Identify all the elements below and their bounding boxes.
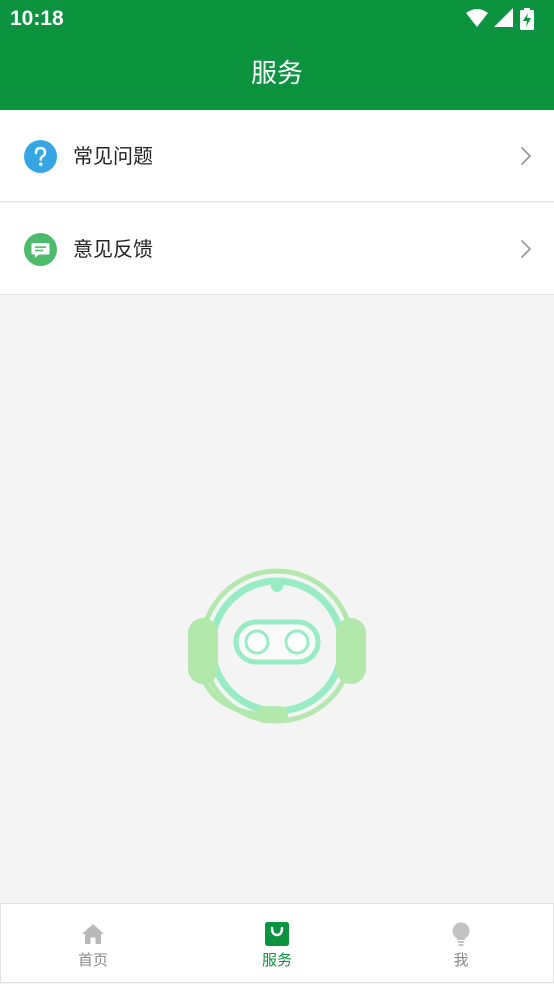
bottom-navigation: 首页 服务 我	[0, 903, 554, 983]
chevron-right-icon	[520, 146, 532, 166]
lightbulb-icon	[449, 922, 473, 946]
tab-home-label: 首页	[77, 951, 108, 969]
tab-service[interactable]: 服务	[185, 904, 369, 982]
tab-me-label: 我	[453, 951, 469, 969]
customer-service-robot-icon	[186, 560, 368, 728]
wifi-icon	[466, 8, 488, 28]
question-circle-icon	[24, 140, 57, 173]
cellular-signal-icon	[494, 8, 514, 28]
feedback-label: 意见反馈	[73, 237, 153, 261]
tab-home[interactable]: 首页	[1, 904, 185, 982]
feedback-row[interactable]: 意见反馈	[0, 203, 554, 295]
page-title: 服务	[250, 59, 303, 89]
faq-row[interactable]: 常见问题	[0, 110, 554, 202]
battery-charging-icon	[520, 8, 534, 30]
status-icons	[466, 8, 546, 30]
feedback-message-icon	[24, 233, 57, 266]
status-time: 10:18	[10, 7, 64, 30]
home-icon	[81, 922, 105, 946]
faq-label: 常见问题	[73, 144, 153, 168]
app-header: 10:18 服务	[0, 0, 554, 110]
status-bar: 10:18	[0, 0, 554, 40]
chevron-right-icon	[520, 239, 532, 259]
tab-service-label: 服务	[261, 951, 292, 969]
service-bag-icon	[265, 922, 289, 946]
tab-me[interactable]: 我	[369, 904, 553, 982]
